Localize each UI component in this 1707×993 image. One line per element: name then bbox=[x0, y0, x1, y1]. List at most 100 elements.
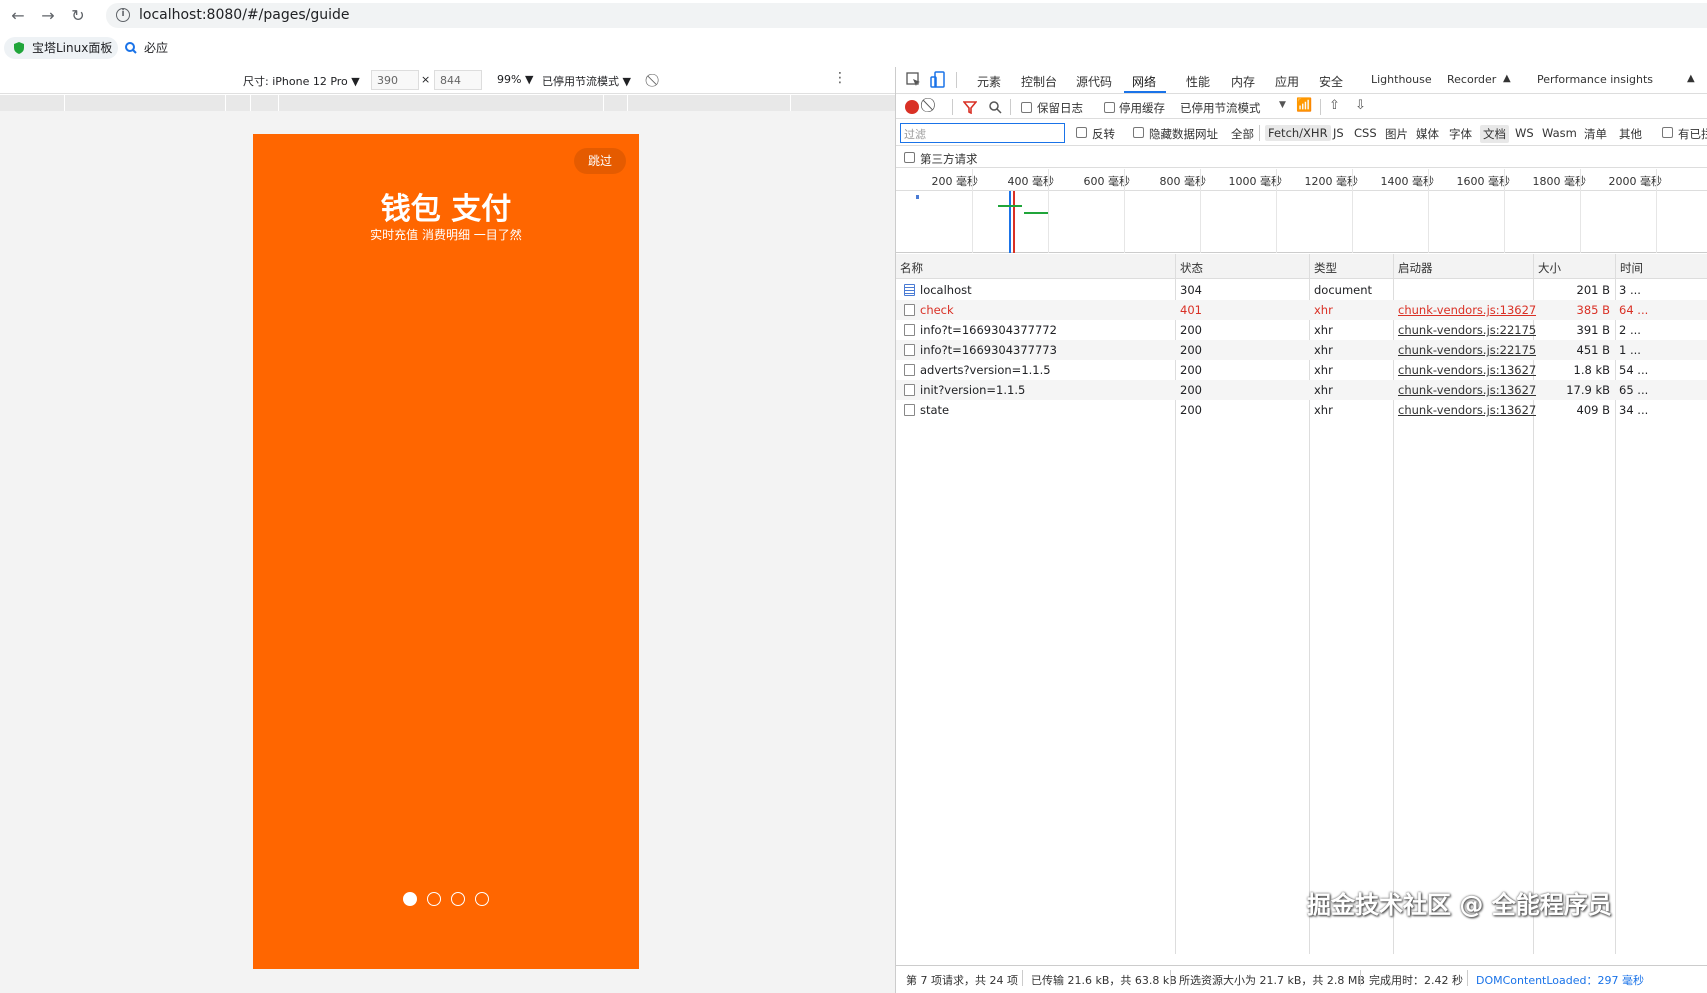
request-initiator[interactable]: chunk-vendors.js:22175 bbox=[1398, 343, 1536, 357]
pagination-dot[interactable] bbox=[475, 892, 489, 906]
chevron-down-icon[interactable]: ▼ bbox=[1279, 100, 1286, 110]
hide-data-urls-checkbox[interactable] bbox=[1133, 127, 1144, 138]
network-overview[interactable]: 200 毫秒 400 毫秒 600 毫秒 800 毫秒 1000 毫秒 1200… bbox=[896, 169, 1707, 253]
tab-lighthouse[interactable]: Lighthouse bbox=[1371, 73, 1432, 86]
table-row[interactable]: adverts?version=1.1.5 200 xhr chunk-vendors… bbox=[896, 360, 1707, 380]
preserve-log-checkbox[interactable] bbox=[1021, 102, 1032, 113]
device-mode-icon[interactable] bbox=[930, 71, 946, 89]
request-initiator[interactable]: chunk-vendors.js:13627 bbox=[1398, 303, 1536, 317]
load-marker bbox=[1013, 191, 1015, 253]
filter-input[interactable]: 过滤 bbox=[900, 123, 1065, 143]
active-tab-indicator bbox=[1124, 91, 1166, 93]
request-type: xhr bbox=[1314, 363, 1333, 377]
column-header-time[interactable]: 时间 bbox=[1620, 260, 1643, 276]
dom-content-loaded: DOMContentLoaded：297 毫秒 bbox=[1476, 974, 1644, 987]
export-har-icon[interactable]: ⇩ bbox=[1355, 98, 1366, 113]
filter-type-wasm[interactable]: Wasm bbox=[1542, 126, 1577, 140]
tab-security[interactable]: 安全 bbox=[1319, 73, 1343, 90]
pagination-dot[interactable] bbox=[403, 892, 417, 906]
filter-type-media[interactable]: 媒体 bbox=[1416, 126, 1439, 142]
site-info-icon[interactable]: i bbox=[116, 8, 130, 22]
skip-button[interactable]: 跳过 bbox=[574, 148, 626, 174]
request-name[interactable]: adverts?version=1.1.5 bbox=[920, 363, 1170, 377]
pagination-dot[interactable] bbox=[451, 892, 465, 906]
width-input[interactable]: 390 bbox=[371, 70, 419, 90]
request-initiator[interactable]: chunk-vendors.js:13627 bbox=[1398, 383, 1536, 397]
filter-type-font[interactable]: 字体 bbox=[1449, 126, 1472, 142]
filter-type-js[interactable]: JS bbox=[1333, 126, 1344, 140]
resources-size: 所选资源大小为 21.7 kB，共 2.8 MB bbox=[1179, 974, 1365, 987]
tab-recorder[interactable]: Recorder bbox=[1447, 73, 1496, 86]
network-throttle-select[interactable]: 已停用节流模式 bbox=[1180, 100, 1261, 116]
forward-icon[interactable]: → bbox=[38, 6, 58, 26]
media-query-ruler[interactable] bbox=[0, 95, 895, 111]
filter-type-img[interactable]: 图片 bbox=[1385, 126, 1408, 142]
filter-type-ws[interactable]: WS bbox=[1515, 126, 1534, 140]
timeline-tick: 1000 毫秒 bbox=[1228, 175, 1283, 188]
tab-performance-insights[interactable]: Performance insights bbox=[1537, 73, 1653, 86]
search-icon[interactable] bbox=[988, 100, 1002, 114]
filter-type-manifest[interactable]: 清单 bbox=[1584, 126, 1607, 142]
column-header-type[interactable]: 类型 bbox=[1314, 260, 1337, 276]
height-input[interactable]: 844 bbox=[434, 70, 482, 90]
filter-icon[interactable] bbox=[963, 100, 977, 114]
tab-performance[interactable]: 性能 bbox=[1186, 73, 1210, 90]
invert-checkbox[interactable] bbox=[1076, 127, 1087, 138]
disable-cache-checkbox[interactable] bbox=[1104, 102, 1115, 113]
table-row[interactable]: info?t=1669304377772 200 xhr chunk-vendors.… bbox=[896, 320, 1707, 340]
bookmark-bing[interactable]: 必应 bbox=[116, 37, 174, 59]
request-initiator[interactable]: chunk-vendors.js:13627 bbox=[1398, 363, 1536, 377]
blocked-cookies-checkbox[interactable] bbox=[1662, 127, 1673, 138]
filter-type-fetch-xhr[interactable]: Fetch/XHR bbox=[1265, 125, 1331, 141]
filter-type-doc[interactable]: 文档 bbox=[1480, 125, 1509, 143]
timeline-tick: 1400 毫秒 bbox=[1380, 175, 1435, 188]
filter-type-all[interactable]: 全部 bbox=[1231, 126, 1254, 142]
column-header-size[interactable]: 大小 bbox=[1538, 260, 1561, 276]
tab-elements[interactable]: 元素 bbox=[977, 73, 1001, 90]
zoom-select[interactable]: 99% ▼ bbox=[497, 73, 533, 86]
filter-type-css[interactable]: CSS bbox=[1354, 126, 1377, 140]
tab-memory[interactable]: 内存 bbox=[1231, 73, 1255, 90]
third-party-checkbox[interactable] bbox=[904, 152, 915, 163]
request-name[interactable]: check bbox=[920, 303, 1170, 317]
network-conditions-icon[interactable]: 📶 bbox=[1296, 98, 1312, 113]
request-initiator[interactable]: chunk-vendors.js:13627 bbox=[1398, 403, 1536, 417]
table-row[interactable]: check 401 xhr chunk-vendors.js:13627 385 B 64… bbox=[896, 300, 1707, 320]
url-text[interactable]: localhost:8080/#/pages/guide bbox=[139, 7, 349, 23]
record-icon[interactable] bbox=[905, 100, 919, 114]
request-time: 54 ... bbox=[1619, 363, 1649, 377]
pagination-dot[interactable] bbox=[427, 892, 441, 906]
guide-page[interactable]: 跳过 钱包 支付 实时充值 消费明细 一目了然 bbox=[253, 134, 639, 969]
back-icon[interactable]: ← bbox=[8, 6, 28, 26]
throttle-select[interactable]: 已停用节流模式 ▼ bbox=[542, 73, 631, 89]
table-row[interactable]: init?version=1.1.5 200 xhr chunk-vendors.js… bbox=[896, 380, 1707, 400]
column-header-name[interactable]: 名称 bbox=[900, 260, 923, 276]
column-header-initiator[interactable]: 启动器 bbox=[1398, 260, 1433, 276]
device-select[interactable]: 尺寸: iPhone 12 Pro ▼ bbox=[243, 73, 360, 89]
address-bar[interactable]: i localhost:8080/#/pages/guide bbox=[106, 3, 1707, 28]
table-row[interactable]: localhost 304 document 201 B 3 ... bbox=[896, 280, 1707, 300]
table-row[interactable]: state 200 xhr chunk-vendors.js:13627 409 B 34… bbox=[896, 400, 1707, 420]
request-time: 3 ... bbox=[1619, 283, 1641, 297]
tab-network[interactable]: 网络 bbox=[1132, 73, 1156, 90]
column-header-status[interactable]: 状态 bbox=[1180, 260, 1203, 276]
reload-icon[interactable]: ↻ bbox=[68, 6, 88, 26]
request-name[interactable]: state bbox=[920, 403, 1170, 417]
request-name[interactable]: localhost bbox=[920, 283, 1170, 297]
request-name[interactable]: info?t=1669304377772 bbox=[920, 323, 1170, 337]
import-har-icon[interactable]: ⇧ bbox=[1329, 98, 1340, 113]
tab-sources[interactable]: 源代码 bbox=[1076, 73, 1112, 90]
filter-type-other[interactable]: 其他 bbox=[1619, 126, 1642, 142]
request-name[interactable]: init?version=1.1.5 bbox=[920, 383, 1170, 397]
request-type: xhr bbox=[1314, 343, 1333, 357]
request-initiator[interactable]: chunk-vendors.js:22175 bbox=[1398, 323, 1536, 337]
request-size: 451 B bbox=[1576, 343, 1611, 357]
tab-application[interactable]: 应用 bbox=[1275, 73, 1299, 90]
disable-cache-label: 停用缓存 bbox=[1119, 101, 1165, 115]
table-row[interactable]: info?t=1669304377773 200 xhr chunk-vendors.… bbox=[896, 340, 1707, 360]
request-name[interactable]: info?t=1669304377773 bbox=[920, 343, 1170, 357]
inspect-element-icon[interactable] bbox=[906, 72, 922, 88]
more-options-icon[interactable]: ⋮ bbox=[833, 70, 847, 86]
tab-console[interactable]: 控制台 bbox=[1021, 73, 1057, 90]
bookmark-baota[interactable]: 宝塔Linux面板 bbox=[4, 37, 119, 59]
